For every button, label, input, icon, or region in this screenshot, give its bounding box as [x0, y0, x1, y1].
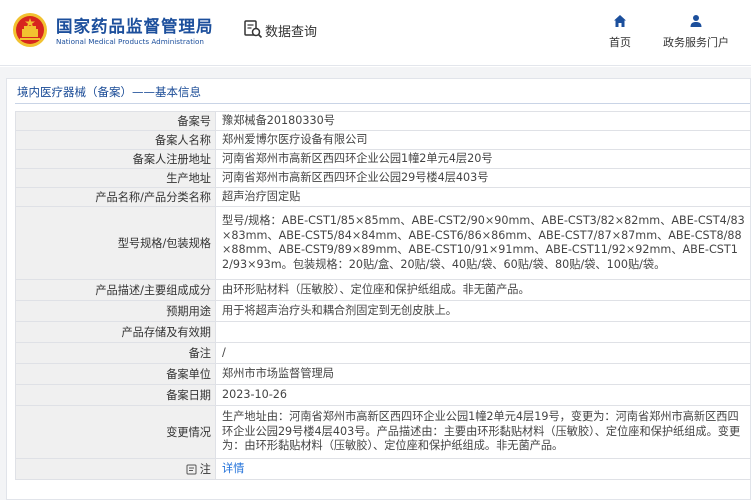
row-label: 备案单位	[15, 363, 216, 385]
site-title[interactable]: 国家药品监督管理局	[56, 13, 214, 37]
row-value: 超声治疗固定贴	[215, 187, 751, 207]
note-icon	[186, 464, 197, 475]
data-query-icon	[244, 20, 263, 39]
row-value: 郑州市市场监督管理局	[215, 363, 751, 385]
table-row-remarks: 备注 /	[15, 342, 751, 364]
row-label: 产品名称/产品分类名称	[15, 187, 216, 207]
row-value: 郑州爱博尔医疗设备有限公司	[215, 130, 751, 150]
nav-gov-service-label: 政务服务门户	[663, 36, 729, 49]
table-row-model-spec: 型号规格/包装规格 型号/规格：ABE-CST1/85×85mm、ABE-CST…	[15, 206, 751, 280]
table-row-note: 注 详情	[15, 458, 751, 480]
row-value: 豫郑械备20180330号	[215, 111, 751, 131]
row-label: 备案号	[15, 111, 216, 131]
table-row-intended-use: 预期用途 用于将超声治疗头和耦合剂固定到无创皮肤上。	[15, 300, 751, 322]
nav-home-label: 首页	[609, 36, 631, 49]
user-icon	[690, 15, 702, 27]
nav-gov-service-link[interactable]: 政务服务门户	[656, 14, 736, 50]
row-label: 备案人名称	[15, 130, 216, 150]
breadcrumb[interactable]: 境内医疗器械（备案）——基本信息	[17, 84, 201, 100]
table-row-filing-unit: 备案单位 郑州市市场监督管理局	[15, 363, 751, 385]
row-label: 生产地址	[15, 168, 216, 188]
row-label: 变更情况	[15, 405, 216, 459]
home-icon	[614, 15, 626, 27]
table-row-filing-date: 备案日期 2023-10-26	[15, 384, 751, 406]
row-value: 河南省郑州市高新区西四环企业公园29号楼4层403号	[215, 168, 751, 188]
table-row-product-description: 产品描述/主要组成成分 由环形贴材料（压敏胶）、定位座和保护纸组成。非无菌产品。	[15, 279, 751, 301]
site-header: 国家药品监督管理局 National Medical Products Admi…	[0, 0, 751, 66]
national-emblem-icon	[13, 13, 47, 47]
row-value	[215, 321, 751, 343]
row-label: 型号规格/包装规格	[15, 206, 216, 280]
row-label: 备案日期	[15, 384, 216, 406]
row-label: 备案人注册地址	[15, 149, 216, 169]
row-value: 河南省郑州市高新区西四环企业公园1幢2单元4层20号	[215, 149, 751, 169]
breadcrumb-divider	[15, 103, 750, 104]
record-detail-table: 备案号 豫郑械备20180330号 备案人名称 郑州爱博尔医疗设备有限公司 备案…	[15, 111, 751, 480]
row-label: 预期用途	[15, 300, 216, 322]
table-row-production-address: 生产地址 河南省郑州市高新区西四环企业公园29号楼4层403号	[15, 168, 751, 188]
table-row-product-name: 产品名称/产品分类名称 超声治疗固定贴	[15, 187, 751, 207]
row-label-note: 注	[15, 458, 216, 480]
row-label: 备注	[15, 342, 216, 364]
nav-home-link[interactable]: 首页	[605, 14, 635, 50]
table-row-registered-address: 备案人注册地址 河南省郑州市高新区西四环企业公园1幢2单元4层20号	[15, 149, 751, 169]
table-row-filer-name: 备案人名称 郑州爱博尔医疗设备有限公司	[15, 130, 751, 150]
row-value: 用于将超声治疗头和耦合剂固定到无创皮肤上。	[215, 300, 751, 322]
row-value: 由环形贴材料（压敏胶）、定位座和保护纸组成。非无菌产品。	[215, 279, 751, 301]
row-label: 产品描述/主要组成成分	[15, 279, 216, 301]
details-link[interactable]: 详情	[222, 462, 244, 475]
row-value: 详情	[215, 458, 751, 480]
row-label: 产品存储及有效期	[15, 321, 216, 343]
site-subtitle: National Medical Products Administration	[56, 37, 204, 46]
row-value: 2023-10-26	[215, 384, 751, 406]
row-value: /	[215, 342, 751, 364]
table-row-change-history: 变更情况 生产地址由：河南省郑州市高新区西四环企业公园1幢2单元4层19号，变更…	[15, 405, 751, 459]
data-query-label[interactable]: 数据查询	[265, 21, 317, 40]
row-value: 生产地址由：河南省郑州市高新区西四环企业公园1幢2单元4层19号，变更为：河南省…	[215, 405, 751, 459]
table-row-record-number: 备案号 豫郑械备20180330号	[15, 111, 751, 131]
table-row-storage-validity: 产品存储及有效期	[15, 321, 751, 343]
row-label-text: 注	[199, 463, 211, 476]
row-value: 型号/规格：ABE-CST1/85×85mm、ABE-CST2/90×90mm、…	[215, 206, 751, 280]
detail-panel: 境内医疗器械（备案）——基本信息 备案号 豫郑械备20180330号 备案人名称…	[6, 78, 751, 500]
